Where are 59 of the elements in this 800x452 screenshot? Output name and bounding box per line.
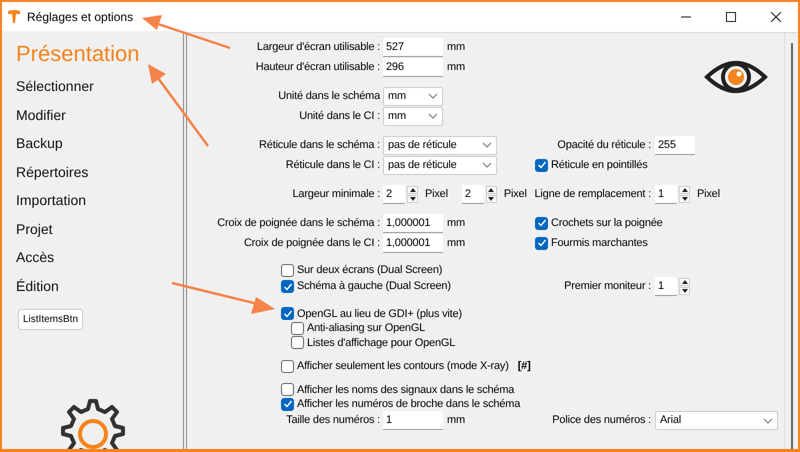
field-label: Unité dans le schéma [278, 88, 382, 104]
field-label: Croix de poignée dans le schéma : [217, 216, 381, 231]
dropdown[interactable]: pas de réticule [383, 136, 497, 154]
checkbox-label: Fourmis marchantes [551, 236, 648, 251]
sidebar-item[interactable]: Répertoires [16, 158, 88, 186]
field-label: Réticule dans le schéma : [259, 138, 381, 153]
field-label: Unité dans le CI : [299, 108, 381, 124]
unit-label: mm [447, 413, 465, 428]
window-title: Réglages et options [27, 8, 134, 26]
sidebar-item[interactable]: Importation [16, 186, 86, 214]
checkbox-label: Sur deux écrans (Dual Screen) [297, 263, 442, 278]
text-field[interactable]: 527 [383, 38, 443, 56]
checkbox-label: Schéma à gauche (Dual Screen) [297, 279, 451, 294]
field-label: Taille des numéros : [286, 413, 381, 428]
sidebar-item[interactable]: Sélectionner [16, 72, 94, 100]
dropdown[interactable]: mm [383, 86, 443, 106]
text-field[interactable]: 1,000001 [383, 234, 443, 252]
field-label: Police des numéros : [552, 413, 652, 428]
sidebar-item[interactable]: Modifier [16, 100, 66, 129]
dropdown[interactable]: Arial [655, 411, 778, 430]
unit-label: Pixel [697, 186, 720, 202]
number-field[interactable]: 2 [462, 184, 484, 204]
unit-label: Pixel [425, 186, 448, 202]
text-field[interactable]: 255 [655, 136, 695, 154]
number-field[interactable]: 1 [655, 277, 677, 296]
unit-label: mm [447, 236, 465, 251]
unit-label: mm [447, 216, 465, 231]
sidebar-item[interactable]: Backup [16, 129, 63, 158]
list-items-button[interactable]: ListItemsBtn [18, 309, 84, 330]
field-label: Croix de poignée dans le CI : [244, 236, 381, 251]
sidebar-item[interactable]: Projet [16, 214, 53, 243]
dropdown[interactable]: mm [383, 106, 443, 126]
dropdown[interactable]: pas de réticule [383, 156, 497, 174]
shortcut-label: [#] [518, 359, 531, 374]
number-field[interactable]: 2 [383, 184, 405, 204]
text-field[interactable]: 1,000001 [383, 214, 443, 232]
text-field[interactable]: 1 [383, 411, 443, 430]
field-label: Opacité du réticule : [557, 138, 652, 153]
sidebar-item[interactable]: Accès [16, 243, 54, 272]
text-field[interactable]: 296 [383, 58, 443, 76]
checkbox-label: Afficher les numéros de broche dans le schéma [297, 397, 520, 412]
field-label: Hauteur d'écran utilisable : [256, 60, 381, 75]
checkbox-label: Afficher les noms des signaux dans le schéma [297, 382, 514, 398]
unit-label: mm [447, 60, 465, 75]
checkbox-label: Afficher seulement les contours (mode X-ray) [297, 359, 509, 374]
number-field[interactable]: 1 [655, 184, 677, 204]
checkbox-label: OpenGL au lieu de GDI+ (plus vite) [297, 306, 462, 322]
field-label: Largeur d'écran utilisable : [256, 40, 381, 55]
checkbox-label: Crochets sur la poignée [551, 216, 663, 231]
checkbox-label: Anti-aliasing sur OpenGL [307, 321, 426, 336]
field-label: Réticule dans le CI : [286, 158, 381, 173]
unit-label: mm [447, 40, 465, 55]
sidebar-item[interactable]: Édition [16, 272, 59, 300]
checkbox-label: Listes d'affichage pour OpenGL [307, 336, 456, 350]
field-label: Premier moniteur : [564, 279, 652, 294]
checkbox-label: Réticule en pointillés [551, 158, 648, 173]
field-label: Largeur minimale : [292, 186, 381, 202]
unit-label: Pixel [504, 186, 527, 202]
field-label: Ligne de remplacement : [534, 186, 652, 202]
